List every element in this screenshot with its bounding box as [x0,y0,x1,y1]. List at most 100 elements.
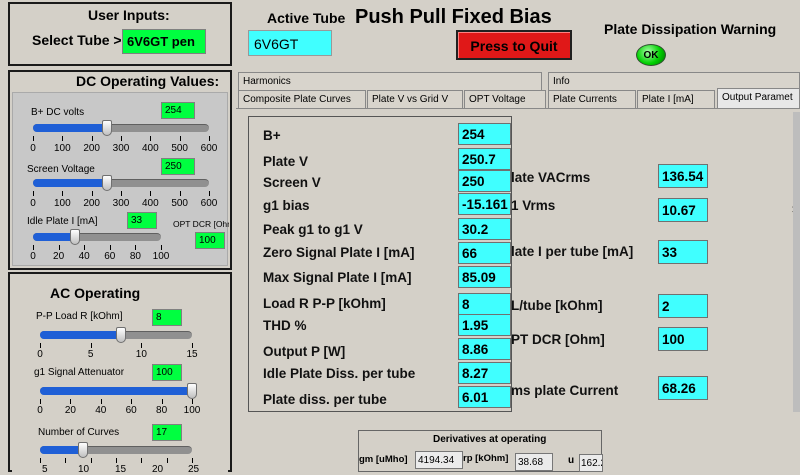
tick-mark [192,343,193,348]
number-of-curves-slider[interactable] [40,442,192,458]
quit-button[interactable]: Press to Quit [456,30,572,60]
tick-mark [116,458,117,463]
param-label: B+ [263,128,281,143]
screen-slider-thumb[interactable] [101,175,112,191]
tab-opt-voltage[interactable]: OPT Voltage [464,90,546,108]
tick-label: 15 [186,349,198,360]
ac-operating-panel: AC Operating P-P Load R [kOhm] 8 0 5 10 15 … [8,272,232,475]
tick-label: 0 [30,143,36,154]
bplus-slider-thumb[interactable] [101,120,112,136]
tick-mark [62,136,64,141]
param-label: Output P [W] [263,344,346,359]
plate-dissipation-warning-label: Plate Dissipation Warning [604,21,777,37]
tick-label: 500 [171,198,188,209]
param-value: 8.86 [458,338,511,360]
bplus-value[interactable]: 254 [161,102,195,119]
tick-mark [33,136,34,141]
number-of-curves-value[interactable]: 17 [152,424,182,441]
g1-ticks [40,399,193,405]
tab-info-label: Info [553,76,570,87]
ac-inner-frame: AC Operating P-P Load R [kOhm] 8 0 5 10 15 … [12,276,228,475]
opt-dcr-label: OPT DCR [Ohm [173,219,229,229]
tab-harmonics[interactable]: Harmonics [238,72,542,90]
rp-value: 38.68 [515,453,553,471]
tick-mark [90,458,92,463]
bplus-slider-fill [33,124,107,132]
rp-label: rp [kOhm] [463,453,509,464]
g1-attenuator-value[interactable]: 100 [152,364,182,381]
derivatives-panel: Derivatives at operating gm [uMho] 4194.… [358,430,603,472]
tick-mark [33,245,34,250]
screen-ticks [33,191,210,197]
tick-label: 20 [53,251,65,262]
load-slider-thumb[interactable] [115,327,126,343]
tick-label: 100 [53,198,71,209]
tick-label: 40 [78,251,90,262]
u-value: 162.2 [579,454,603,472]
tick-mark [40,399,41,404]
bplus-label: B+ DC volts [31,107,85,118]
tab-plate-v-vs-grid-v[interactable]: Plate V vs Grid V [367,90,463,108]
derivatives-title: Derivatives at operating [433,434,547,445]
param-value: 66 [458,242,511,264]
tick-label: 600 [200,198,218,209]
idle-plate-slider[interactable] [33,229,161,245]
tick-mark [33,191,34,196]
select-tube-label: Select Tube > [32,32,122,48]
screen-voltage-value[interactable]: 250 [161,158,195,175]
tab-output-parameters[interactable]: Output Paramet [717,88,800,108]
select-tube-dropdown[interactable]: 6V6GT pen [122,29,206,54]
tick-label: 400 [141,198,159,209]
idle-slider-fill [33,233,76,241]
idle-slider-thumb[interactable] [70,229,81,245]
param-value: 8.27 [458,362,511,384]
param-right-label: late VACrms [511,170,591,185]
tick-mark [161,245,162,250]
user-inputs-title: User Inputs: [88,7,170,23]
tick-label: 500 [171,143,188,154]
idle-plate-value[interactable]: 33 [127,212,157,229]
param-value: 85.09 [458,266,511,288]
right-scrollbar[interactable] [793,112,800,412]
g1-slider-thumb[interactable] [187,383,197,399]
curves-slider-fill [40,446,82,454]
param-label: THD % [263,318,307,333]
param-value: 30.2 [458,218,511,240]
tick-label: 0 [30,198,36,209]
g1-attenuator-slider[interactable] [40,383,197,399]
tab-platecurrents-label: Plate Currents [553,94,617,105]
param-value: 8 [458,293,511,315]
tick-mark [131,399,133,404]
load-r-value[interactable]: 8 [152,309,182,326]
param-value: 254 [458,123,511,145]
active-tube-label: Active Tube [267,10,346,26]
u-label: u [568,455,575,466]
app-title: Push Pull Fixed Bias [355,6,552,28]
param-label: Idle Plate Diss. per tube [263,366,416,381]
g1-slider-fill [40,387,192,395]
tab-platei-label: Plate I [mA] [642,94,694,105]
tick-mark [179,136,181,141]
tick-mark [150,191,152,196]
tab-plate-i[interactable]: Plate I [mA] [637,90,715,108]
tick-mark [109,245,111,250]
tick-mark [141,458,143,463]
param-value: 250.7 [458,148,511,170]
screen-voltage-slider[interactable] [33,175,209,191]
param-right-label: 1 Vrms [511,198,556,213]
tab-plate-currents[interactable]: Plate Currents [548,90,636,108]
load-r-label: P-P Load R [kOhm] [36,311,123,322]
tick-mark [91,191,93,196]
gm-label: gm [uMho] [359,454,408,465]
param-value: -15.161 [458,193,511,215]
opt-dcr-value[interactable]: 100 [195,232,225,249]
plate-dissipation-warning-led: OK [636,44,666,66]
curves-slider-thumb[interactable] [78,442,88,458]
active-tube-field: 6V6GT [248,30,332,56]
bplus-slider[interactable] [33,120,209,136]
tick-label: 200 [83,198,100,209]
load-r-slider[interactable] [40,327,192,343]
tick-mark [161,399,163,404]
tab-composite-plate-curves[interactable]: Composite Plate Curves [238,90,366,108]
tick-label: 100 [152,251,170,262]
